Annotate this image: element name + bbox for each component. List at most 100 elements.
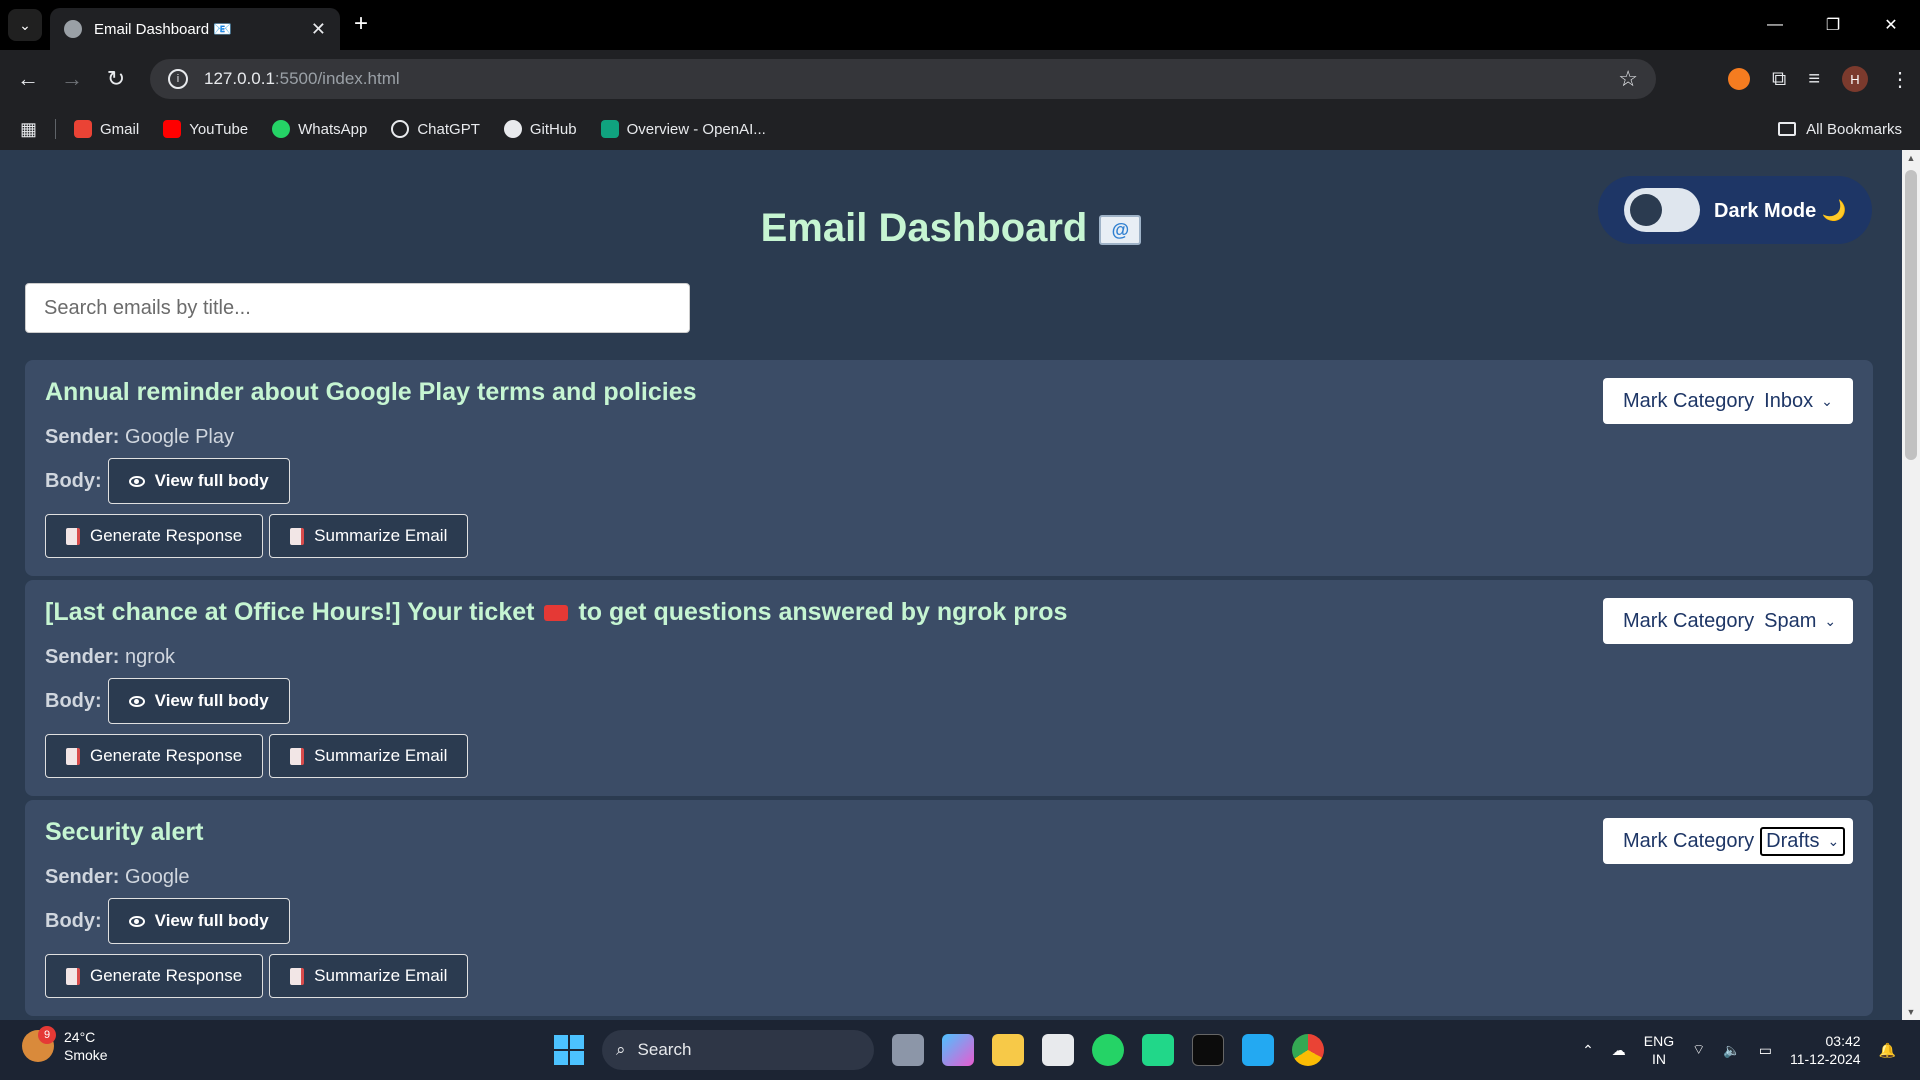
bookmark-openai[interactable]: Overview - OpenAI... (600, 120, 766, 138)
chevron-down-icon: ⌄ (1821, 392, 1833, 409)
site-info-icon[interactable]: i (168, 69, 188, 89)
onedrive-icon[interactable]: ☁ (1612, 1042, 1626, 1059)
bookmark-label: Overview - OpenAI... (626, 120, 766, 138)
summarize-email-button[interactable]: Summarize Email (269, 734, 469, 778)
clock-time: 03:42 (1825, 1033, 1861, 1049)
browser-tab[interactable]: Email Dashboard 📧 ✕ (50, 8, 340, 50)
all-bookmarks-button[interactable]: All Bookmarks (1778, 108, 1902, 150)
close-tab-icon[interactable]: ✕ (311, 19, 326, 40)
email-title: Annual reminder about Google Play terms … (45, 378, 697, 407)
chevron-down-icon: ⌄ (1827, 832, 1840, 849)
language-indicator[interactable]: ENG IN (1644, 1032, 1674, 1068)
wifi-icon[interactable]: ⌔ (1692, 1041, 1705, 1059)
folder-icon (1778, 122, 1797, 136)
extension-icon[interactable] (1728, 68, 1751, 90)
address-bar[interactable]: i 127.0.0.1:5500/index.html ☆ (150, 59, 1656, 99)
email-actions: Generate Response Summarize Email (45, 514, 469, 558)
category-select[interactable]: Spam ⌄ (1760, 609, 1840, 634)
category-value: Inbox (1764, 389, 1814, 412)
terminal-icon[interactable] (1192, 1034, 1224, 1066)
taskbar-search[interactable]: ⌕ Search (602, 1030, 874, 1070)
generate-response-button[interactable]: Generate Response (45, 954, 264, 998)
bookmark-chatgpt[interactable]: ChatGPT (391, 120, 480, 138)
sender-line: Sender: Google (45, 866, 190, 889)
github-icon (503, 120, 522, 138)
gmail-icon (74, 120, 93, 138)
body-line: Body: View full body (45, 458, 290, 504)
youtube-icon (163, 120, 182, 138)
bookmark-label: WhatsApp (298, 120, 368, 138)
close-window-button[interactable]: ✕ (1862, 0, 1920, 50)
scroll-down-arrow[interactable]: ▼ (1902, 1007, 1920, 1017)
view-full-body-label: View full body (154, 471, 269, 490)
apps-grid-icon[interactable]: ▦ (20, 119, 37, 140)
file-explorer-icon[interactable] (992, 1034, 1024, 1066)
reload-button[interactable]: ↻ (94, 66, 138, 92)
chrome-icon[interactable] (1292, 1034, 1324, 1066)
pycharm-icon[interactable] (1142, 1034, 1174, 1066)
copilot-icon[interactable] (942, 1034, 974, 1066)
bookmark-youtube[interactable]: YouTube (163, 120, 248, 138)
browser-toolbar: ← → ↻ i 127.0.0.1:5500/index.html ☆ ⧉ ≡ … (0, 50, 1920, 108)
whatsapp-icon[interactable] (1092, 1034, 1124, 1066)
bookmark-whatsapp[interactable]: WhatsApp (272, 120, 367, 138)
clock[interactable]: 03:42 11-12-2024 (1790, 1032, 1861, 1068)
scroll-thumb[interactable] (1905, 170, 1917, 460)
weather-widget[interactable]: 9 24°C Smoke (22, 1026, 108, 1064)
weather-desc: Smoke (64, 1047, 108, 1063)
summarize-email-button[interactable]: Summarize Email (269, 954, 469, 998)
extensions-puzzle-icon[interactable]: ⧉ (1772, 68, 1786, 91)
menu-kebab-icon[interactable]: ⋮ (1890, 67, 1910, 92)
scroll-up-arrow[interactable]: ▲ (1902, 153, 1920, 163)
snipping-tool-icon[interactable] (1042, 1034, 1074, 1066)
generate-response-button[interactable]: Generate Response (45, 734, 264, 778)
category-select[interactable]: Inbox ⌄ (1760, 389, 1837, 414)
email-card: Annual reminder about Google Play terms … (25, 360, 1873, 576)
mark-category-dropdown[interactable]: Mark Category Drafts ⌄ (1603, 818, 1853, 864)
vscode-icon[interactable] (1242, 1034, 1274, 1066)
chevron-up-icon[interactable]: ⌃ (1582, 1042, 1594, 1059)
search-input[interactable] (25, 283, 690, 333)
email-title: [Last chance at Office Hours!] Your tick… (45, 598, 1067, 627)
bookmark-star-icon[interactable]: ☆ (1618, 66, 1638, 92)
language-line2: IN (1651, 1051, 1666, 1067)
new-tab-button[interactable]: + (354, 10, 368, 38)
bookmarks-bar: ▦ Gmail YouTube WhatsApp ChatGPT GitHub … (0, 108, 1920, 150)
notification-bell-icon[interactable]: 🔔 (1879, 1042, 1896, 1059)
taskbar-apps: ⌕ Search (554, 1030, 1324, 1070)
summarize-email-button[interactable]: Summarize Email (269, 514, 469, 558)
minimize-button[interactable]: — (1746, 0, 1804, 50)
sender-value: ngrok (125, 646, 176, 668)
mark-category-dropdown[interactable]: Mark Category Spam ⌄ (1603, 598, 1853, 644)
email-actions: Generate Response Summarize Email (45, 954, 469, 998)
generate-response-label: Generate Response (90, 526, 243, 545)
bookmark-github[interactable]: GitHub (503, 120, 577, 138)
category-select[interactable]: Drafts ⌄ (1760, 826, 1846, 856)
back-button[interactable]: ← (6, 66, 50, 92)
bookmark-gmail[interactable]: Gmail (74, 120, 139, 138)
mark-category-dropdown[interactable]: Mark Category Inbox ⌄ (1603, 378, 1853, 424)
view-full-body-button[interactable]: View full body (107, 678, 290, 724)
sender-label: Sender: (45, 646, 120, 668)
windows-start-icon[interactable] (554, 1035, 584, 1065)
media-control-icon[interactable]: ≡ (1808, 68, 1820, 91)
system-tray: ⌃ ☁ ENG IN ⌔ 🔈 ▭ 03:42 11-12-2024 🔔 (1582, 1020, 1896, 1080)
tab-search-button[interactable]: ⌄ (8, 9, 42, 41)
restore-button[interactable]: ❐ (1804, 0, 1862, 50)
battery-icon[interactable]: ▭ (1759, 1042, 1772, 1059)
bookmark-separator (55, 119, 57, 139)
view-full-body-button[interactable]: View full body (107, 458, 290, 504)
profile-avatar[interactable]: H (1842, 66, 1868, 92)
memo-icon (66, 747, 80, 765)
sender-label: Sender: (45, 426, 120, 448)
task-view-icon[interactable] (892, 1034, 924, 1066)
volume-icon[interactable]: 🔈 (1723, 1042, 1740, 1059)
page-scrollbar[interactable]: ▲ ▼ (1902, 150, 1920, 1020)
forward-button[interactable]: → (50, 66, 94, 92)
generate-response-button[interactable]: Generate Response (45, 514, 264, 558)
summarize-email-label: Summarize Email (314, 526, 448, 545)
weather-icon: 9 (22, 1026, 56, 1062)
email-title-text: Security alert (45, 818, 204, 846)
page-viewport: Dark Mode 🌙 Email Dashboard@ Annual remi… (0, 150, 1920, 1020)
view-full-body-button[interactable]: View full body (107, 898, 290, 944)
